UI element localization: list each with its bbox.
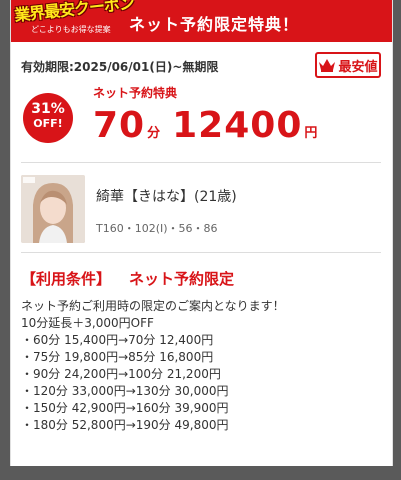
best-price-badge: 最安値 — [315, 52, 381, 78]
condition-line: ・150分 42,900円→160分 39,900円 — [21, 401, 229, 415]
condition-line: 10分延長＋3,000円OFF — [21, 316, 154, 330]
discount-off: OFF! — [33, 117, 63, 130]
condition-line: ・180分 52,800円→190分 49,800円 — [21, 418, 229, 432]
divider — [21, 162, 381, 163]
condition-line: ・90分 24,200円→100分 21,200円 — [21, 367, 221, 381]
price-value: 12400 — [172, 105, 303, 146]
badge-subtitle: どこよりもお得な提案 — [31, 25, 111, 34]
condition-line: ・75分 19,800円→85分 16,800円 — [21, 350, 214, 364]
validity-period: 有効期限:2025/06/01(日)~無期限 — [21, 60, 219, 74]
cast-stats: T160・102(I)・56・86 — [96, 222, 218, 235]
discount-percent: 31% — [31, 101, 65, 117]
minutes-value: 70 — [93, 105, 146, 146]
coupon-header: 業界最安クーポン どこよりもお得な提案 ネット予約限定特典！ — [11, 0, 392, 42]
discount-circle: 31% OFF! — [23, 93, 73, 143]
price-unit: 円 — [304, 126, 318, 141]
conditions-label: 【利用条件】 — [21, 270, 112, 288]
conditions-description: ネット予約ご利用時の限定のご案内となります！ 10分延長＋3,000円OFF ・… — [21, 298, 285, 434]
header-title: ネット予約限定特典！ — [129, 15, 300, 34]
badge-title: 業界最安クーポン — [13, 0, 135, 25]
condition-line: ネット予約ご利用時の限定のご案内となります！ — [21, 299, 285, 313]
special-label: ネット予約特典 — [93, 86, 178, 100]
conditions-value: ネット予約限定 — [129, 270, 235, 288]
best-price-label: 最安値 — [338, 59, 378, 75]
condition-line: ・60分 15,400円→70分 12,400円 — [21, 333, 214, 347]
cast-photo-image — [21, 175, 85, 243]
condition-line: ・120分 33,000円→130分 30,000円 — [21, 384, 229, 398]
minutes-unit: 分 — [147, 126, 161, 141]
cast-photo[interactable] — [21, 175, 85, 243]
divider — [21, 252, 381, 253]
cast-name[interactable]: 綺華【きはな】(21歳) — [96, 186, 237, 206]
conditions-heading: 【利用条件】 ネット予約限定 — [21, 268, 234, 289]
crown-icon — [319, 59, 336, 72]
coupon-card[interactable]: 業界最安クーポン どこよりもお得な提案 ネット予約限定特典！ 有効期限:2025… — [10, 0, 393, 466]
coupon-badge: 業界最安クーポン どこよりもお得な提案 — [11, 0, 135, 44]
price-row: 70 分 12400 円 — [93, 105, 317, 146]
